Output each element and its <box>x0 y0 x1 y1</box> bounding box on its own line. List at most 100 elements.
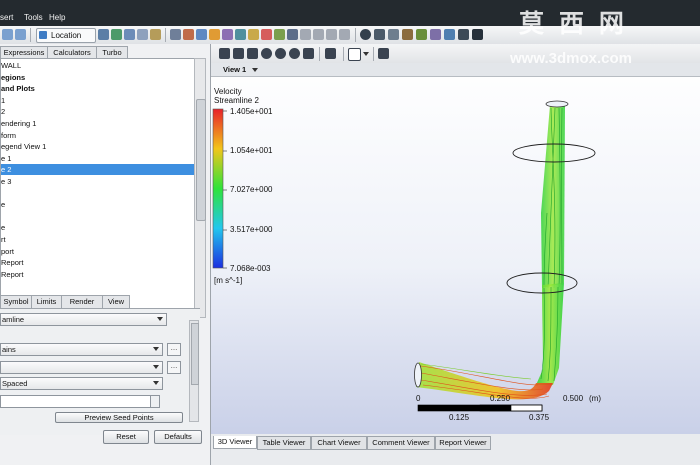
tree-item[interactable]: e 3 <box>1 176 194 187</box>
tab-chart-viewer[interactable]: Chart Viewer <box>311 436 367 450</box>
tree-item[interactable]: endering 1 <box>1 118 194 129</box>
tree-scroll-thumb[interactable] <box>196 99 206 221</box>
isosurface-icon[interactable] <box>170 29 181 40</box>
legend-tick: 1.405e+001 <box>230 107 273 116</box>
surface-icon[interactable] <box>222 29 233 40</box>
pan-icon[interactable] <box>247 48 258 59</box>
number-input[interactable] <box>0 395 160 408</box>
volume-icon[interactable] <box>248 29 259 40</box>
tree-item[interactable]: e <box>1 222 194 233</box>
view-chevron-down-icon[interactable] <box>252 68 258 72</box>
pencil-icon[interactable] <box>402 29 413 40</box>
variable-icon[interactable] <box>430 29 441 40</box>
tab-report-viewer[interactable]: Report Viewer <box>435 436 491 450</box>
3d-viewport[interactable]: Velocity Streamline 2 1.405e+001 1.054e+… <box>211 63 700 434</box>
tree-scrollbar[interactable] <box>194 58 206 318</box>
fit-view-icon[interactable] <box>289 48 300 59</box>
user-surface-icon[interactable] <box>287 29 298 40</box>
domains-select[interactable]: ains <box>0 343 163 356</box>
scale-label: 0.125 <box>449 413 470 422</box>
undo-icon[interactable] <box>2 29 13 40</box>
tab-limits[interactable]: Limits <box>31 295 62 308</box>
particle-track-icon[interactable] <box>137 29 148 40</box>
tree-item[interactable]: rt <box>1 234 194 245</box>
zoom-box-icon[interactable] <box>275 48 286 59</box>
streamline-icon[interactable] <box>124 29 135 40</box>
tree-item[interactable]: WALL <box>1 60 194 71</box>
layout-chevron-down-icon[interactable] <box>363 52 369 56</box>
calculator-icon[interactable] <box>458 29 469 40</box>
defaults-button[interactable]: Defaults <box>154 430 202 444</box>
probe-icon[interactable] <box>303 48 314 59</box>
tree-item[interactable]: 2 <box>1 106 194 117</box>
tree-item[interactable]: e 2 <box>1 164 194 176</box>
clock-icon[interactable] <box>360 29 371 40</box>
tree-item[interactable]: 1 <box>1 95 194 106</box>
scale-label: 0 <box>416 394 421 403</box>
legend-title: Velocity <box>214 87 242 96</box>
polyline-icon[interactable] <box>209 29 220 40</box>
redo-icon[interactable] <box>15 29 26 40</box>
reset-button[interactable]: Reset <box>103 430 149 444</box>
chart-icon[interactable] <box>388 29 399 40</box>
plane-icon[interactable] <box>235 29 246 40</box>
line-icon[interactable] <box>274 29 285 40</box>
tree-item[interactable]: egions <box>1 72 194 83</box>
tab-table-viewer[interactable]: Table Viewer <box>257 436 311 450</box>
details-scrollbar[interactable] <box>189 320 199 422</box>
tree-item[interactable]: Report <box>1 257 194 268</box>
rotate-icon[interactable] <box>233 48 244 59</box>
tree-item[interactable] <box>1 188 194 199</box>
location-button[interactable]: Location <box>36 28 96 43</box>
tab-3d-viewer[interactable]: 3D Viewer <box>213 436 257 449</box>
menu-insert[interactable]: sert <box>0 13 13 22</box>
expression-icon[interactable] <box>416 29 427 40</box>
menu-tools[interactable]: Tools <box>24 13 43 22</box>
viewport-layout-icon[interactable] <box>325 48 336 59</box>
tree-item[interactable] <box>1 211 194 222</box>
tree-item[interactable]: and Plots <box>1 83 194 94</box>
view-selector[interactable]: View 1 <box>223 65 246 74</box>
table-icon[interactable] <box>374 29 385 40</box>
streamline-render <box>212 100 596 412</box>
outline-tree: WALL egions and Plots 1 2 endering 1 form egen… <box>0 58 196 318</box>
zoom-icon[interactable] <box>261 48 272 59</box>
tree-item[interactable]: Report <box>1 269 194 280</box>
coordinate-frame-icon[interactable] <box>313 29 324 40</box>
tree-item[interactable]: e <box>1 199 194 210</box>
tab-render[interactable]: Render <box>61 295 103 308</box>
tree-item[interactable]: egend View 1 <box>1 141 194 152</box>
legend-icon[interactable] <box>326 29 337 40</box>
domains-browse-button[interactable]: … <box>167 343 181 356</box>
point-icon[interactable] <box>261 29 272 40</box>
tree-item[interactable]: port <box>1 246 194 257</box>
type-select[interactable]: amline <box>0 313 167 326</box>
sampling-select[interactable]: Spaced <box>0 377 163 390</box>
menu-help[interactable]: Help <box>49 13 65 22</box>
tab-symbol[interactable]: Symbol <box>0 295 32 308</box>
tree-item[interactable]: form <box>1 130 194 141</box>
select-icon[interactable] <box>219 48 230 59</box>
domains-select-value: ains <box>2 345 16 354</box>
help-pointer-icon[interactable] <box>378 48 389 59</box>
watermark-logo: 莫 西 网 <box>519 10 628 38</box>
layout-icon[interactable] <box>348 48 361 61</box>
number-spinner[interactable] <box>150 395 160 408</box>
contour-icon[interactable] <box>111 29 122 40</box>
turbo-surface-icon[interactable] <box>196 29 207 40</box>
tab-comment-viewer[interactable]: Comment Viewer <box>367 436 435 450</box>
instance-icon[interactable] <box>339 29 350 40</box>
start-from-browse-button[interactable]: … <box>167 361 181 374</box>
vector-icon[interactable] <box>98 29 109 40</box>
macro-icon[interactable] <box>444 29 455 40</box>
tree-item[interactable]: e 1 <box>1 153 194 164</box>
legend-tick: 7.027e+000 <box>230 185 273 194</box>
preview-seed-points-button[interactable]: Preview Seed Points <box>55 412 183 423</box>
volume-rendering-icon[interactable] <box>150 29 161 40</box>
text-icon[interactable] <box>300 29 311 40</box>
command-icon[interactable] <box>472 29 483 40</box>
surface-group-icon[interactable] <box>183 29 194 40</box>
start-from-select[interactable] <box>0 361 163 374</box>
tab-view[interactable]: View <box>102 295 130 308</box>
details-scroll-thumb[interactable] <box>191 323 199 385</box>
